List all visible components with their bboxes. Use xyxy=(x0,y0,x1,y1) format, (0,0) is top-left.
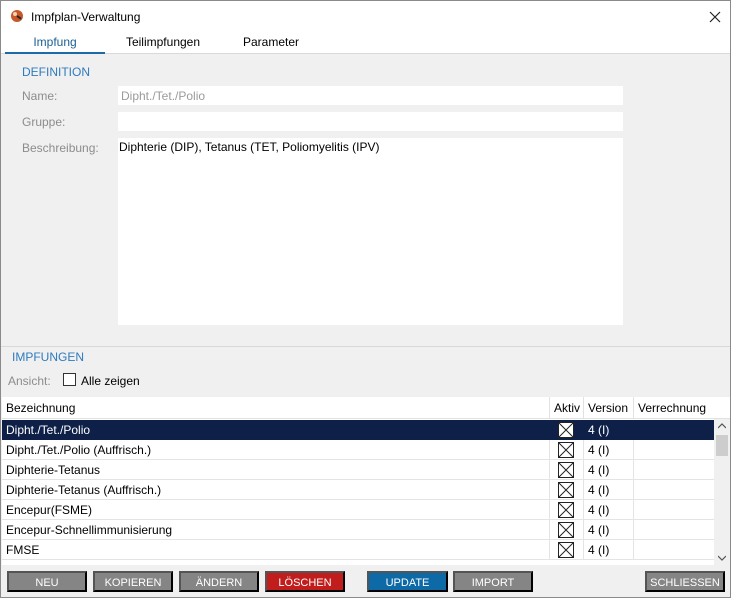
update-button[interactable]: UPDATE xyxy=(367,571,448,592)
tab-parameter[interactable]: Parameter xyxy=(221,32,321,54)
title-bar: Impfplan-Verwaltung xyxy=(1,1,730,32)
checkbox-x-icon[interactable] xyxy=(558,522,574,538)
cell-aktiv xyxy=(550,440,584,460)
cell-version: 4 (I) xyxy=(584,520,634,540)
cell-verrechnung xyxy=(634,440,714,460)
impfungen-table: Bezeichnung Aktiv Version Verrechnung Di… xyxy=(2,397,730,565)
table-header: Bezeichnung Aktiv Version Verrechnung xyxy=(2,397,730,419)
impfungen-section-title: IMPFUNGEN xyxy=(12,350,84,364)
vertical-scrollbar[interactable] xyxy=(714,419,730,565)
syringe-icon xyxy=(10,9,24,23)
cell-aktiv xyxy=(550,520,584,540)
cell-verrechnung xyxy=(634,520,714,540)
cell-bezeichnung: Diphterie-Tetanus (Auffrisch.) xyxy=(2,480,550,500)
name-label: Name: xyxy=(22,89,58,103)
tab-teilimpfungen[interactable]: Teilimpfungen xyxy=(113,32,213,54)
table-row[interactable]: Diphterie-Tetanus 4 (I) xyxy=(2,460,714,480)
cell-aktiv xyxy=(550,500,584,520)
cell-bezeichnung: Encepur-Schnellimmunisierung xyxy=(2,520,550,540)
scrollbar-thumb[interactable] xyxy=(716,435,728,456)
column-header-bezeichnung[interactable]: Bezeichnung xyxy=(2,397,550,419)
neu-button[interactable]: NEU xyxy=(7,571,87,592)
kopieren-button[interactable]: KOPIEREN xyxy=(93,571,173,592)
gruppe-field[interactable] xyxy=(118,112,623,131)
chevron-up-icon[interactable] xyxy=(718,423,726,429)
beschreibung-label: Beschreibung: xyxy=(22,141,99,155)
alle-zeigen-label[interactable]: Alle zeigen xyxy=(81,374,140,388)
aendern-button[interactable]: ÄNDERN xyxy=(179,571,259,592)
table-row[interactable]: Dipht./Tet./Polio 4 (I) xyxy=(2,420,714,440)
cell-version: 4 (I) xyxy=(584,480,634,500)
table-row[interactable]: Encepur-Schnellimmunisierung 4 (I) xyxy=(2,520,714,540)
beschreibung-textarea[interactable]: Diphterie (DIP), Tetanus (TET, Poliomyel… xyxy=(118,138,623,325)
cell-version: 4 (I) xyxy=(584,540,634,560)
cell-bezeichnung: Encepur(FSME) xyxy=(2,500,550,520)
cell-aktiv xyxy=(550,420,584,440)
cell-bezeichnung: FMSE xyxy=(2,540,550,560)
impfplan-window: Impfplan-Verwaltung Impfung Teilimpfunge… xyxy=(0,0,731,598)
column-header-aktiv[interactable]: Aktiv xyxy=(550,397,584,419)
cell-verrechnung xyxy=(634,540,714,560)
table-row[interactable]: Dipht./Tet./Polio (Auffrisch.) 4 (I) xyxy=(2,440,714,460)
cell-bezeichnung: Dipht./Tet./Polio (Auffrisch.) xyxy=(2,440,550,460)
cell-bezeichnung: Diphterie-Tetanus xyxy=(2,460,550,480)
checkbox-x-icon[interactable] xyxy=(558,442,574,458)
cell-aktiv xyxy=(550,540,584,560)
chevron-down-icon[interactable] xyxy=(718,555,726,561)
cell-version: 4 (I) xyxy=(584,500,634,520)
close-button[interactable] xyxy=(700,1,730,32)
close-icon xyxy=(709,11,721,22)
table-row[interactable]: FMSE 4 (I) xyxy=(2,540,714,560)
tab-impfung[interactable]: Impfung xyxy=(5,32,105,54)
checkbox-x-icon[interactable] xyxy=(558,422,574,438)
window-title: Impfplan-Verwaltung xyxy=(31,10,141,24)
column-header-verrechnung[interactable]: Verrechnung xyxy=(634,397,730,419)
cell-bezeichnung: Dipht./Tet./Polio xyxy=(2,420,550,440)
cell-verrechnung xyxy=(634,480,714,500)
import-button[interactable]: IMPORT xyxy=(453,571,533,592)
gruppe-label: Gruppe: xyxy=(22,115,66,129)
checkbox-x-icon[interactable] xyxy=(558,502,574,518)
name-field[interactable] xyxy=(118,86,623,105)
ansicht-label: Ansicht: xyxy=(8,374,51,388)
table-row[interactable]: Diphterie-Tetanus (Auffrisch.) 4 (I) xyxy=(2,480,714,500)
cell-version: 4 (I) xyxy=(584,420,634,440)
column-header-version[interactable]: Version xyxy=(584,397,634,419)
tab-bar: Impfung Teilimpfungen Parameter xyxy=(1,32,730,54)
cell-aktiv xyxy=(550,480,584,500)
cell-version: 4 (I) xyxy=(584,460,634,480)
cell-aktiv xyxy=(550,460,584,480)
cell-version: 4 (I) xyxy=(584,440,634,460)
cell-verrechnung xyxy=(634,460,714,480)
cell-verrechnung xyxy=(634,420,714,440)
cell-verrechnung xyxy=(634,500,714,520)
table-row[interactable]: Encepur(FSME) 4 (I) xyxy=(2,500,714,520)
checkbox-x-icon[interactable] xyxy=(558,542,574,558)
checkbox-x-icon[interactable] xyxy=(558,482,574,498)
checkbox-x-icon[interactable] xyxy=(558,462,574,478)
loeschen-button[interactable]: LÖSCHEN xyxy=(265,571,345,592)
schliessen-button[interactable]: SCHLIESSEN xyxy=(645,571,725,592)
section-divider xyxy=(1,346,730,347)
alle-zeigen-checkbox[interactable] xyxy=(63,373,76,386)
definition-section-title: DEFINITION xyxy=(22,65,90,79)
button-bar: NEU KOPIEREN ÄNDERN LÖSCHEN UPDATE IMPOR… xyxy=(1,566,730,597)
